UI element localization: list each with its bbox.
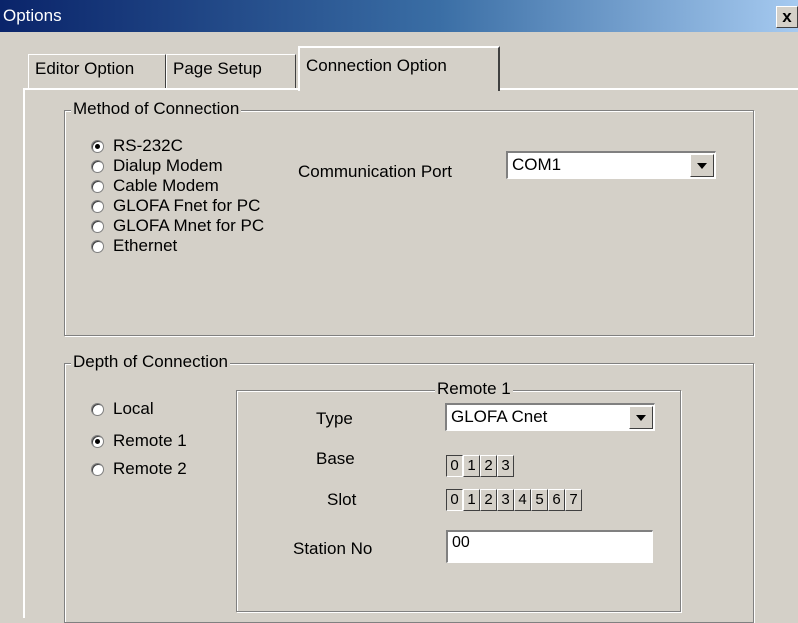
- base-button[interactable]: 2: [480, 455, 497, 477]
- radio-dialup-modem[interactable]: Dialup Modem: [91, 155, 223, 177]
- radio-label: Cable Modem: [113, 176, 219, 195]
- base-button[interactable]: 1: [463, 455, 480, 477]
- radio-button[interactable]: [91, 159, 104, 173]
- radio-button[interactable]: [91, 179, 104, 193]
- tab-connection-option[interactable]: Connection Option: [298, 46, 500, 91]
- radio-label: Remote 1: [113, 431, 187, 450]
- slot-label: Slot: [327, 490, 357, 509]
- radio-label: Dialup Modem: [113, 156, 223, 175]
- slot-button[interactable]: 6: [548, 489, 565, 511]
- radio-label: RS-232C: [113, 136, 183, 155]
- communication-port-select[interactable]: COM1: [506, 151, 716, 179]
- radio-rs232c[interactable]: RS-232C: [91, 135, 183, 157]
- radio-label: GLOFA Fnet for PC: [113, 196, 261, 215]
- title-bar: Options x: [0, 0, 798, 32]
- remote-group-title: Remote 1: [435, 379, 513, 399]
- radio-button[interactable]: [91, 139, 104, 153]
- slot-button[interactable]: 2: [480, 489, 497, 511]
- radio-label: Local: [113, 399, 154, 418]
- tab-editor-option[interactable]: Editor Option: [28, 54, 166, 88]
- radio-button[interactable]: [91, 239, 104, 253]
- radio-button[interactable]: [91, 434, 104, 448]
- radio-remote-1[interactable]: Remote 1: [91, 430, 187, 452]
- chevron-down-icon[interactable]: [629, 406, 653, 429]
- radio-label: Remote 2: [113, 459, 187, 478]
- base-selector: 0 1 2 3: [446, 455, 514, 477]
- radio-cable-modem[interactable]: Cable Modem: [91, 175, 219, 197]
- radio-glofa-fnet[interactable]: GLOFA Fnet for PC: [91, 195, 260, 217]
- slot-button[interactable]: 7: [565, 489, 582, 511]
- slot-button[interactable]: 1: [463, 489, 480, 511]
- radio-ethernet[interactable]: Ethernet: [91, 235, 177, 257]
- radio-button[interactable]: [91, 462, 104, 476]
- type-value: GLOFA Cnet: [451, 407, 548, 426]
- radio-button[interactable]: [91, 402, 104, 416]
- chevron-down-icon[interactable]: [690, 154, 714, 177]
- radio-button[interactable]: [91, 219, 104, 233]
- window-title: Options: [3, 6, 62, 25]
- slot-selector: 0 1 2 3 4 5 6 7: [446, 489, 582, 511]
- communication-port-label: Communication Port: [298, 162, 453, 181]
- slot-button[interactable]: 3: [497, 489, 514, 511]
- radio-glofa-mnet[interactable]: GLOFA Mnet for PC: [91, 215, 264, 237]
- tab-page-setup[interactable]: Page Setup: [166, 54, 296, 88]
- depth-group-title: Depth of Connection: [71, 352, 230, 372]
- radio-remote-2[interactable]: Remote 2: [91, 458, 187, 480]
- station-no-label: Station No: [293, 539, 373, 558]
- radio-button[interactable]: [91, 199, 104, 213]
- station-no-input[interactable]: 00: [446, 530, 653, 563]
- close-button[interactable]: x: [776, 6, 798, 28]
- method-group-title: Method of Connection: [71, 99, 242, 119]
- slot-button[interactable]: 4: [514, 489, 531, 511]
- type-label: Type: [316, 409, 353, 428]
- radio-local[interactable]: Local: [91, 398, 154, 420]
- slot-button[interactable]: 0: [446, 489, 463, 511]
- base-button[interactable]: 3: [497, 455, 514, 477]
- radio-label: GLOFA Mnet for PC: [113, 216, 265, 235]
- base-button[interactable]: 0: [446, 455, 463, 477]
- radio-label: Ethernet: [113, 236, 178, 255]
- type-select[interactable]: GLOFA Cnet: [445, 403, 655, 431]
- port-value: COM1: [512, 155, 562, 174]
- slot-button[interactable]: 5: [531, 489, 548, 511]
- base-label: Base: [316, 449, 355, 468]
